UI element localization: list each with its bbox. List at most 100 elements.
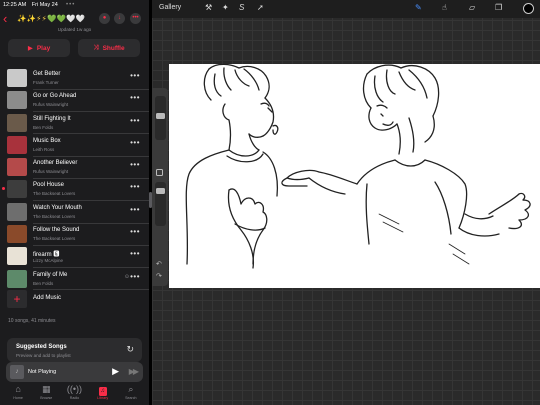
download-icon[interactable]: ↓ xyxy=(114,13,125,24)
fast-forward-icon[interactable]: ▶▶ xyxy=(129,367,139,376)
person-icon[interactable]: ● xyxy=(99,13,110,24)
song-artist: The Backseat Lovers xyxy=(33,213,76,219)
add-icon: + xyxy=(7,290,27,308)
multitask-dots-icon[interactable]: ••• xyxy=(66,2,75,8)
color-picker[interactable] xyxy=(523,3,534,14)
song-row[interactable]: Pool House The Backseat Lovers ••• xyxy=(0,178,149,201)
refresh-icon[interactable]: ↻ xyxy=(126,344,134,355)
more-icon[interactable]: ••• xyxy=(130,13,141,24)
album-art xyxy=(7,202,27,221)
song-more-icon[interactable]: ••• xyxy=(130,71,140,80)
play-label: Play xyxy=(36,44,51,52)
song-more-icon[interactable]: ••• xyxy=(130,160,140,169)
wrench-icon[interactable]: ⚒ xyxy=(205,3,212,12)
song-more-icon[interactable]: ••• xyxy=(130,205,140,214)
brush-size-slider[interactable] xyxy=(155,96,166,140)
back-chevron-icon[interactable]: ‹ xyxy=(3,12,7,25)
song-more-icon[interactable]: ••• xyxy=(130,116,140,125)
song-title: Music Box xyxy=(33,137,61,144)
song-artist: Lizzy McAlpine xyxy=(33,258,64,264)
song-row[interactable]: Another Believer Rufus Wainwright ••• xyxy=(0,156,149,179)
tab-browse[interactable]: ▦ Browse xyxy=(34,384,58,405)
play-button[interactable]: ▶ Play xyxy=(8,39,70,57)
eraser-icon[interactable]: ▱ xyxy=(469,3,475,12)
opacity-thumb[interactable] xyxy=(156,188,165,194)
album-art xyxy=(7,69,27,87)
suggested-title: Suggested Songs xyxy=(16,344,67,350)
music-app: 12:25 AM Fri May 24 ••• ‹ ✨✨⚡⚡💚💚🤍🤍 ● ↓ •… xyxy=(0,0,149,405)
song-artist: The Backseat Lovers xyxy=(33,236,76,242)
song-artist: Rufus Wainwright xyxy=(33,169,69,175)
song-artist: The Backseat Lovers xyxy=(33,191,76,197)
add-music-label: Add Music xyxy=(33,295,62,301)
radio-icon: ((•)) xyxy=(66,384,83,394)
brush-icon[interactable]: ✎ xyxy=(415,3,422,12)
tab-label: Browse xyxy=(40,396,53,400)
gallery-button[interactable]: Gallery xyxy=(159,4,181,11)
sketch-artwork xyxy=(185,64,531,269)
add-music-row[interactable]: + Add Music xyxy=(0,289,149,309)
layers-icon[interactable]: ❐ xyxy=(495,3,502,12)
album-art xyxy=(7,158,27,177)
suggested-subtitle: Preview and add to playlist xyxy=(16,353,71,358)
album-art xyxy=(7,113,27,132)
smudge-icon[interactable]: ☝ xyxy=(442,3,447,12)
undo-icon[interactable]: ↶ xyxy=(156,260,162,268)
brush-sidebar: ↶ ↷ xyxy=(152,88,168,286)
song-artist: Leith Ross xyxy=(33,146,55,152)
browse-icon: ▦ xyxy=(42,384,51,394)
song-row[interactable]: Follow the Sound The Backseat Lovers ••• xyxy=(0,223,149,246)
song-more-icon[interactable]: ••• xyxy=(130,182,140,191)
tab-search[interactable]: ⌕ Search xyxy=(119,384,143,405)
adjust-s-icon[interactable]: S xyxy=(239,3,244,12)
now-playing-label: Not Playing xyxy=(28,369,57,375)
song-more-icon[interactable]: ••• xyxy=(130,249,140,258)
tab-library[interactable]: ♫ Library xyxy=(91,384,115,405)
song-list: Get Better Frank Turner ••• Go or Go Ahead R… xyxy=(0,67,149,290)
song-title: Family of Me xyxy=(33,271,68,278)
tab-label: Library xyxy=(97,396,109,400)
shuffle-icon: ⤨ xyxy=(93,44,99,51)
modify-button[interactable] xyxy=(156,169,163,176)
suggested-songs-card[interactable]: Suggested Songs Preview and add to playl… xyxy=(7,338,142,362)
song-title: Pool House xyxy=(33,182,65,189)
updated-label: Updated 1w ago xyxy=(57,27,92,32)
status-time: 12:25 AM xyxy=(3,2,27,8)
magic-wand-icon[interactable]: ✦ xyxy=(222,3,229,12)
shuffle-label: Shuffle xyxy=(102,44,125,52)
redo-icon[interactable]: ↷ xyxy=(156,272,162,280)
play-icon[interactable]: ▶ xyxy=(112,366,119,377)
select-arrow-icon[interactable]: ➚ xyxy=(257,3,264,12)
song-title: Go or Go Ahead xyxy=(33,93,77,100)
song-row[interactable]: Go or Go Ahead Rufus Wainwright ••• xyxy=(0,89,149,112)
song-row[interactable]: Music Box Leith Ross ••• xyxy=(0,134,149,157)
playback-buttons: ▶ Play ⤨ Shuffle xyxy=(8,39,140,57)
tab-radio[interactable]: ((•)) Radio xyxy=(62,384,86,405)
song-more-icon[interactable]: ••• xyxy=(130,138,140,147)
song-row[interactable]: Watch Your Mouth The Backseat Lovers ••• xyxy=(0,201,149,224)
tab-home[interactable]: ⌂ Home xyxy=(6,384,30,405)
mini-player[interactable]: ♪ Not Playing ▶ ▶▶ xyxy=(6,362,143,382)
play-icon: ▶ xyxy=(27,45,33,52)
shuffle-button[interactable]: ⤨ Shuffle xyxy=(78,39,140,57)
song-artist: Rufus Wainwright xyxy=(33,102,69,108)
song-row[interactable]: Get Better Frank Turner ••• xyxy=(0,67,149,90)
song-count: 10 songs, 41 minutes xyxy=(8,318,56,324)
song-row[interactable]: Still Fighting It Ben Folds ••• xyxy=(0,112,149,134)
library-icon: ♫ xyxy=(98,387,107,396)
opacity-slider[interactable] xyxy=(155,182,166,226)
song-title: Watch Your Mouth xyxy=(33,204,82,211)
song-title: firearm 🅴 xyxy=(33,252,60,259)
album-art xyxy=(7,247,27,266)
song-row[interactable]: firearm 🅴 Lizzy McAlpine ••• xyxy=(0,245,149,268)
album-art xyxy=(7,91,27,110)
album-art xyxy=(7,225,27,244)
drawing-canvas[interactable] xyxy=(169,64,540,288)
song-more-icon[interactable]: ••• xyxy=(130,227,140,236)
brush-size-thumb[interactable] xyxy=(156,113,165,119)
tab-bar: ⌂ Home ▦ Browse ((•)) Radio ♫ Library ⌕ Search xyxy=(0,384,149,405)
song-more-icon[interactable]: ••• xyxy=(130,272,140,281)
album-art xyxy=(7,135,27,154)
song-row[interactable]: Family of Me Ben Folds ⊙ ••• xyxy=(0,268,149,290)
song-more-icon[interactable]: ••• xyxy=(130,93,140,102)
